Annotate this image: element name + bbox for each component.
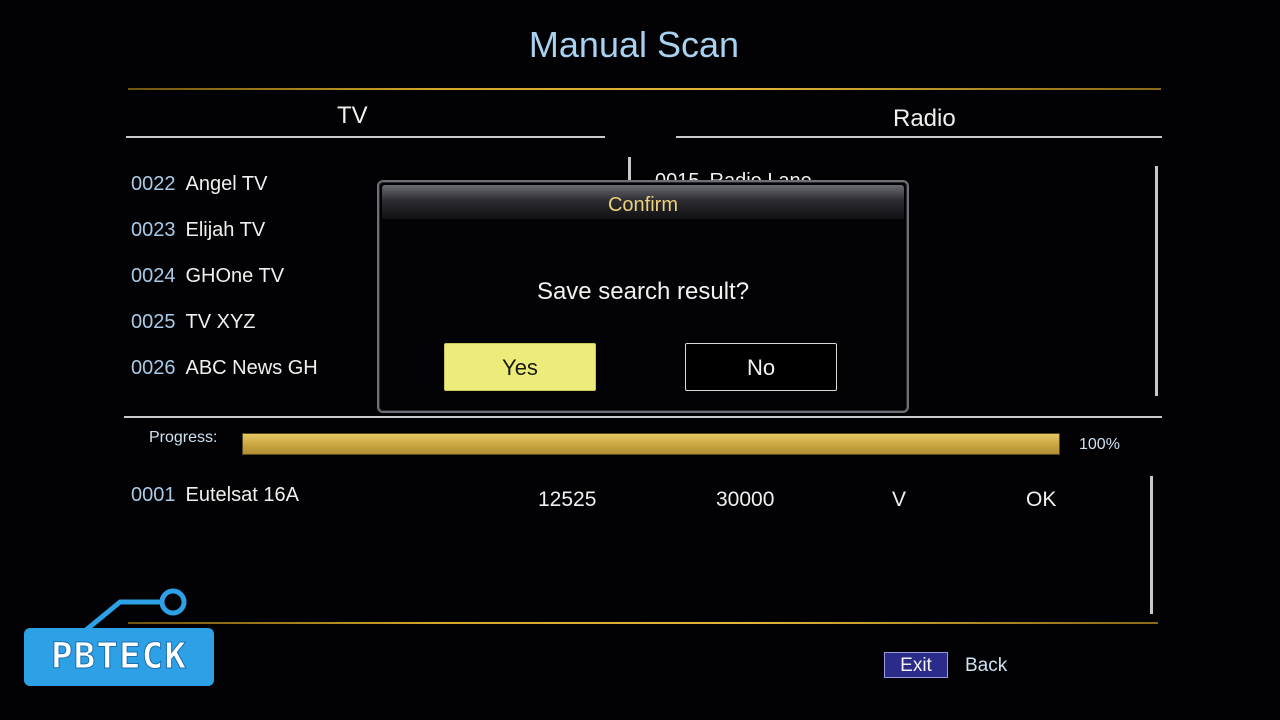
list-bottom-divider bbox=[124, 416, 1162, 418]
satellite-name: Eutelsat 16A bbox=[185, 484, 299, 506]
radio-list-scrollbar[interactable] bbox=[1155, 166, 1158, 396]
radio-header-underline bbox=[676, 136, 1162, 138]
channel-name: Angel TV bbox=[185, 173, 268, 195]
logo-text: PBTECK bbox=[50, 636, 188, 678]
radio-column-header: Radio bbox=[893, 105, 956, 132]
channel-number: 0025 bbox=[131, 311, 176, 333]
channel-number: 0026 bbox=[131, 357, 176, 379]
tv-screen: Manual Scan TV Radio 0022 Angel TV 0023 El… bbox=[0, 0, 1280, 720]
transponder-frequency: 12525 bbox=[538, 488, 597, 511]
dialog-message: Save search result? bbox=[536, 278, 750, 305]
channel-name: GHOne TV bbox=[185, 265, 285, 287]
dialog-title: Confirm bbox=[607, 194, 678, 216]
transponder-polarization: V bbox=[892, 488, 907, 511]
channel-name: ABC News GH bbox=[185, 357, 318, 379]
tv-header-underline bbox=[126, 136, 605, 138]
dialog-header: Confirm bbox=[382, 185, 904, 219]
channel-name: Elijah TV bbox=[185, 219, 266, 241]
channel-number: 0023 bbox=[131, 219, 176, 241]
no-button[interactable]: No bbox=[685, 343, 837, 391]
tv-column-header: TV bbox=[337, 102, 368, 129]
channel-number: 0022 bbox=[131, 173, 176, 195]
yes-button[interactable]: Yes bbox=[444, 343, 596, 391]
list-item[interactable]: 0026 ABC News GH bbox=[131, 357, 318, 380]
list-item[interactable]: 0023 Elijah TV bbox=[131, 219, 265, 242]
transponder-symbol-rate: 30000 bbox=[716, 488, 775, 511]
progress-label: Progress: bbox=[149, 429, 218, 446]
exit-key-hint: Back bbox=[965, 655, 1008, 676]
logo-box: PBTECK bbox=[24, 628, 214, 686]
transponder-scrollbar[interactable] bbox=[1150, 476, 1153, 614]
progress-bar bbox=[242, 433, 1060, 455]
channel-number: 0024 bbox=[131, 265, 176, 287]
channel-name: TV XYZ bbox=[185, 311, 256, 333]
progress-fill bbox=[243, 434, 1059, 454]
title-divider bbox=[128, 88, 1161, 90]
transponder-status: OK bbox=[1026, 488, 1057, 511]
transponder-satellite: 0001 Eutelsat 16A bbox=[131, 484, 299, 507]
list-item[interactable]: 0024 GHOne TV bbox=[131, 265, 284, 288]
exit-key-button[interactable]: Exit bbox=[884, 652, 948, 678]
page-title: Manual Scan bbox=[528, 24, 740, 65]
confirm-dialog: Confirm Save search result? Yes No bbox=[377, 180, 909, 413]
pbteck-logo: PBTECK bbox=[24, 586, 224, 688]
progress-percent: 100% bbox=[1079, 436, 1120, 453]
list-item[interactable]: 0022 Angel TV bbox=[131, 173, 267, 196]
transponder-number: 0001 bbox=[131, 484, 176, 506]
bottom-divider bbox=[128, 622, 1158, 624]
list-item[interactable]: 0025 TV XYZ bbox=[131, 311, 256, 334]
